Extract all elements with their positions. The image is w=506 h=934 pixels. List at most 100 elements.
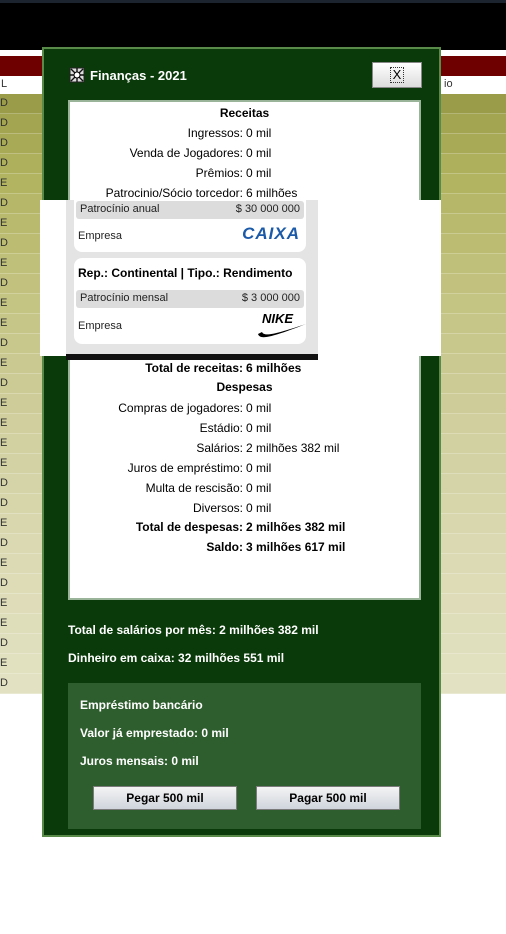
despesa-value: 0 mil <box>246 401 272 415</box>
receita-row-venda-jogadores: Venda de Jogadores: 0 mil <box>70 146 419 162</box>
receita-label: Prêmios: <box>195 166 243 180</box>
dinheiro-caixa-text: Dinheiro em caixa: 32 milhões 551 mil <box>68 651 285 665</box>
background-row-marker: D <box>0 137 8 149</box>
despesa-label: Salários: <box>196 441 243 455</box>
despesa-row-juros: Juros de empréstimo: 0 mil <box>70 461 419 477</box>
background-row-marker: D <box>0 97 8 109</box>
sponsor-amount-value: $ 30 000 000 <box>235 203 300 215</box>
background-row-marker: E <box>0 217 8 229</box>
receita-value: 0 mil <box>246 146 272 160</box>
total-despesas-value: 2 milhões 382 mil <box>246 520 346 534</box>
close-button[interactable]: X <box>372 62 422 88</box>
background-row-marker: E <box>0 617 8 629</box>
despesa-value: 2 milhões 382 mil <box>246 441 340 455</box>
background-row-marker: D <box>0 477 8 489</box>
background-row-marker: D <box>0 577 8 589</box>
caixa-logo: CAIXA <box>242 224 300 243</box>
total-receitas-value: 6 milhões <box>246 361 302 375</box>
receita-label: Patrocinio/Sócio torcedor: <box>105 186 243 200</box>
saldo-value: 3 milhões 617 mil <box>246 540 346 554</box>
popup-bottom-bar <box>66 354 318 360</box>
background-row-marker: D <box>0 377 8 389</box>
sponsor-amount-label: Patrocínio anual <box>80 203 160 215</box>
background-row-marker: E <box>0 457 8 469</box>
background-row-marker: D <box>0 277 8 289</box>
despesa-row-multa: Multa de rescisão: 0 mil <box>70 481 419 497</box>
receita-label: Ingressos: <box>187 126 243 140</box>
despesa-value: 0 mil <box>246 421 272 435</box>
background-row-marker: E <box>0 417 8 429</box>
background-row-marker: D <box>0 237 8 249</box>
saldo-row: Saldo: 3 milhões 617 mil <box>70 540 419 556</box>
sponsor-card-header: Rep.: Continental | Tipo.: Rendimento <box>78 266 293 280</box>
nike-logo-text: NIKE <box>262 311 293 326</box>
finance-dialog: Finanças - 2021 X Receitas Ingressos: 0 … <box>42 47 441 837</box>
despesa-value: 0 mil <box>246 461 272 475</box>
background-row-marker: D <box>0 337 8 349</box>
background-row-marker: D <box>0 537 8 549</box>
background-row-marker: D <box>0 197 8 209</box>
background-row-marker: E <box>0 297 8 309</box>
sponsor-card-nike[interactable]: Rep.: Continental | Tipo.: Rendimento Pa… <box>74 258 306 344</box>
background-row-marker: D <box>0 117 8 129</box>
nike-logo: NIKE <box>258 311 306 338</box>
sponsor-company-label: Empresa <box>78 230 123 242</box>
background-row-marker: E <box>0 257 8 269</box>
sponsor-company-label: Empresa <box>78 320 123 332</box>
background-row-marker: D <box>0 637 8 649</box>
background-col-right: io <box>444 78 453 90</box>
sponsor-popup: Patrocínio anual $ 30 000 000 Empresa CA… <box>40 200 441 360</box>
receita-row-ingressos: Ingressos: 0 mil <box>70 126 419 142</box>
despesa-label: Estádio: <box>199 421 243 435</box>
background-row-marker: E <box>0 397 8 409</box>
receita-value: 6 milhões <box>246 186 298 200</box>
total-receitas-label: Total de receitas: <box>145 361 243 375</box>
dialog-title: Finanças - 2021 <box>90 68 187 83</box>
despesa-label: Multa de rescisão: <box>145 481 243 495</box>
background-row-marker: E <box>0 557 8 569</box>
pay-loan-button[interactable]: Pagar 500 mil <box>256 786 400 810</box>
despesa-row-salarios: Salários: 2 milhões 382 mil <box>70 441 419 457</box>
background-row-marker: E <box>0 517 8 529</box>
top-bar <box>0 0 506 50</box>
despesa-value: 0 mil <box>246 481 272 495</box>
receita-label: Venda de Jogadores: <box>129 146 243 160</box>
background-row-marker: E <box>0 657 8 669</box>
receitas-heading: Receitas <box>219 106 270 120</box>
despesa-value: 0 mil <box>246 501 272 515</box>
receita-row-premios: Prêmios: 0 mil <box>70 166 419 182</box>
take-loan-button[interactable]: Pegar 500 mil <box>93 786 237 810</box>
loan-interest-text: Juros mensais: 0 mil <box>80 754 199 768</box>
receita-value: 0 mil <box>246 126 272 140</box>
sponsor-amount-value: $ 3 000 000 <box>241 292 300 304</box>
receita-value: 0 mil <box>246 166 272 180</box>
loan-title: Empréstimo bancário <box>80 698 203 712</box>
saldo-label: Saldo: <box>206 540 243 554</box>
background-row-marker: D <box>0 497 8 509</box>
despesa-row-diversos: Diversos: 0 mil <box>70 501 419 517</box>
background-row-marker: E <box>0 597 8 609</box>
background-row-marker: D <box>0 157 8 169</box>
background-col-left: L <box>1 78 8 90</box>
loan-borrowed-text: Valor já emprestado: 0 mil <box>80 726 229 740</box>
background-row-marker: E <box>0 357 8 369</box>
background-row-marker: E <box>0 437 8 449</box>
background-row-marker: E <box>0 317 8 329</box>
despesa-row-estadio: Estádio: 0 mil <box>70 421 419 437</box>
despesa-label: Compras de jogadores: <box>118 401 243 415</box>
sponsor-list: Patrocínio anual $ 30 000 000 Empresa CA… <box>66 200 318 360</box>
background-row-marker: D <box>0 677 8 689</box>
despesa-label: Juros de empréstimo: <box>127 461 243 475</box>
total-salarios-text: Total de salários por mês: 2 milhões 382… <box>68 623 319 637</box>
total-despesas-label: Total de despesas: <box>135 520 243 534</box>
sponsor-card-caixa[interactable]: Patrocínio anual $ 30 000 000 Empresa CA… <box>74 200 306 252</box>
sponsor-amount-row: Patrocínio mensal $ 3 000 000 <box>76 290 304 308</box>
background-row-marker: E <box>0 177 8 189</box>
sponsor-amount-label: Patrocínio mensal <box>80 292 169 304</box>
despesa-label: Diversos: <box>192 501 243 515</box>
despesa-row-compras: Compras de jogadores: 0 mil <box>70 401 419 417</box>
sponsor-amount-row: Patrocínio anual $ 30 000 000 <box>76 201 304 219</box>
despesas-heading: Despesas <box>216 380 273 394</box>
total-receitas-row: Total de receitas: 6 milhões <box>70 361 419 377</box>
loan-panel: Empréstimo bancário Valor já emprestado:… <box>68 683 421 829</box>
